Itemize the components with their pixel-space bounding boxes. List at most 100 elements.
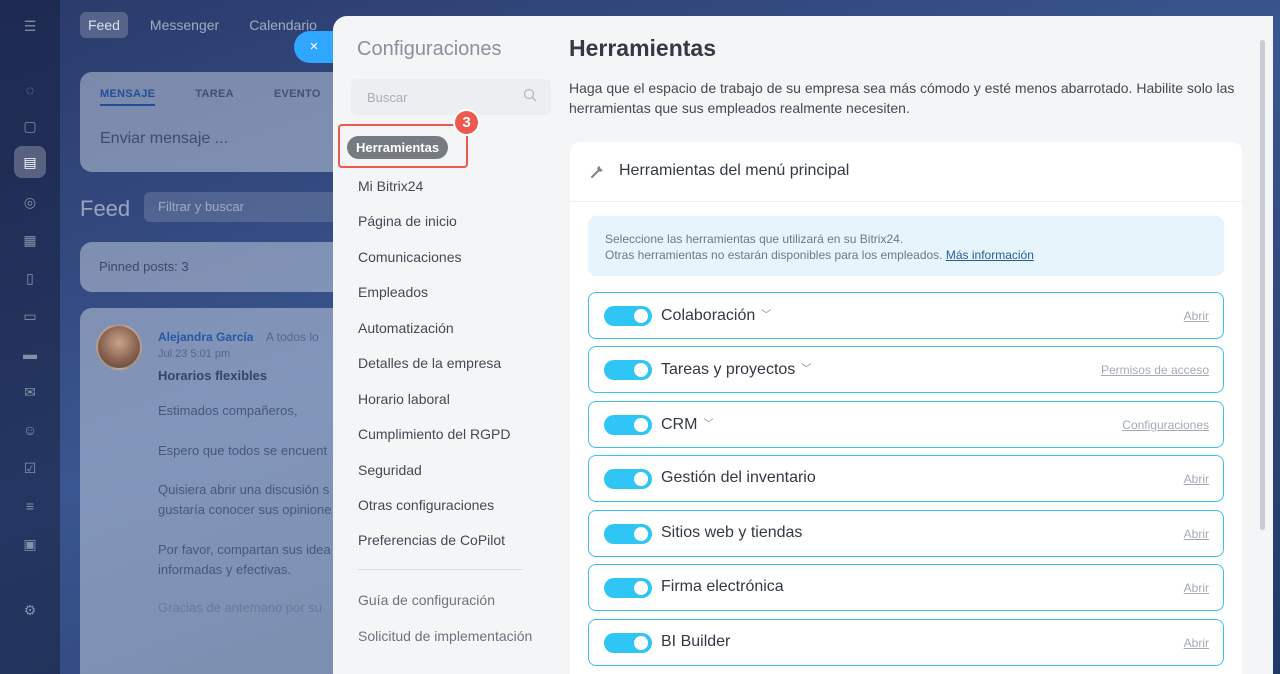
store-icon[interactable]: ▣: [20, 534, 40, 554]
chevron-down-icon[interactable]: ﹀: [801, 360, 811, 375]
tasks-icon[interactable]: ☑: [20, 458, 40, 478]
sidebar-item-detalles-empresa[interactable]: Detalles de la empresa: [358, 355, 501, 371]
post-text-line: Quisiera abrir una discusión s: [158, 482, 330, 497]
search-icon: [523, 88, 537, 102]
card-title: Herramientas del menú principal: [619, 162, 850, 179]
search-placeholder: Buscar: [367, 90, 408, 105]
sidebar-item-herramientas[interactable]: Herramientas: [347, 136, 449, 159]
tool-row-firma: Firma electrónica Abrir: [588, 564, 1224, 611]
settings-sidebar: Configuraciones Buscar 3 Herramientas Mi…: [333, 16, 569, 674]
left-rail: ☰ ◌ ▢ ▤ ◎ ▦ ▯ ▭ ▬ ✉ ☺ ☑ ≡ ▣ ⚙: [0, 0, 60, 674]
mail-icon[interactable]: ✉: [20, 382, 40, 402]
sidebar-item-automatizacion[interactable]: Automatización: [358, 320, 454, 336]
feed-filter-input[interactable]: Filtrar y buscar: [144, 192, 344, 222]
activity-icon[interactable]: ◌: [20, 80, 40, 100]
toggle-switch[interactable]: [604, 633, 652, 653]
composer-input[interactable]: Enviar mensaje ...: [100, 130, 228, 148]
sidebar-item-empleados[interactable]: Empleados: [358, 284, 428, 300]
toggle-switch[interactable]: [604, 469, 652, 489]
chevron-down-icon[interactable]: ﹀: [703, 415, 713, 430]
close-slider-button[interactable]: ×: [294, 31, 334, 63]
tool-action-link[interactable]: Abrir: [1184, 581, 1209, 595]
scrollbar[interactable]: [1260, 40, 1265, 530]
docs-icon[interactable]: ▯: [20, 268, 40, 288]
nav-feed[interactable]: Feed: [80, 12, 128, 38]
sidebar-item-seguridad[interactable]: Seguridad: [358, 462, 422, 478]
sidebar-item-rgpd[interactable]: Cumplimiento del RGPD: [358, 426, 511, 442]
step-badge: 3: [453, 109, 480, 136]
tool-action-link[interactable]: Abrir: [1184, 472, 1209, 486]
tool-action-link[interactable]: Configuraciones: [1122, 418, 1209, 432]
sidebar-title: Configuraciones: [357, 38, 502, 60]
tool-label: Firma electrónica: [661, 578, 784, 595]
toggle-switch[interactable]: [604, 360, 652, 380]
setup-guide-link[interactable]: Guía de configuración: [358, 592, 495, 608]
tool-row-bi-builder: BI Builder Abrir: [588, 619, 1224, 666]
settings-slider: Configuraciones Buscar 3 Herramientas Mi…: [333, 16, 1273, 674]
info-text: Seleccione las herramientas que utilizar…: [605, 232, 904, 246]
tool-label[interactable]: Tareas y proyectos ﹀: [661, 360, 811, 379]
post-text-line: Gracias de antemano por su: [158, 600, 323, 615]
menu-icon[interactable]: ☰: [20, 16, 40, 36]
tool-row-colaboracion: Colaboración ﹀ Abrir: [588, 292, 1224, 339]
sidebar-item-otras-configuraciones[interactable]: Otras configuraciones: [358, 497, 494, 513]
feed-icon[interactable]: ▤: [14, 146, 46, 178]
toggle-switch[interactable]: [604, 524, 652, 544]
post-composer: MENSAJE TAREA EVENTO Enviar mensaje ...: [80, 72, 360, 172]
board-icon[interactable]: ▭: [20, 306, 40, 326]
tool-action-link[interactable]: Abrir: [1184, 636, 1209, 650]
post-text-line: informadas y efectivas.: [158, 562, 291, 577]
post-author[interactable]: Alejandra García: [158, 330, 253, 344]
tool-action-link[interactable]: Permisos de acceso: [1101, 363, 1209, 377]
page-description: Haga que el espacio de trabajo de su emp…: [569, 80, 1235, 116]
tool-action-link[interactable]: Abrir: [1184, 527, 1209, 541]
sidebar-item-comunicaciones[interactable]: Comunicaciones: [358, 249, 462, 265]
tool-label: Sitios web y tiendas: [661, 524, 803, 541]
settings-main: Herramientas Haga que el espacio de trab…: [569, 16, 1273, 674]
sidebar-item-copilot[interactable]: Preferencias de CoPilot: [358, 532, 505, 548]
composer-tab-message[interactable]: MENSAJE: [100, 88, 156, 106]
contacts-icon[interactable]: ☺: [20, 420, 40, 440]
toggle-switch[interactable]: [604, 306, 652, 326]
composer-tab-event[interactable]: EVENTO: [274, 88, 321, 106]
collab-icon[interactable]: ◎: [20, 192, 40, 212]
tool-label: Gestión del inventario: [661, 469, 816, 486]
toggle-switch[interactable]: [604, 578, 652, 598]
toggle-switch[interactable]: [604, 415, 652, 435]
tool-row-sitios: Sitios web y tiendas Abrir: [588, 510, 1224, 557]
chevron-down-icon[interactable]: ﹀: [761, 306, 771, 321]
chat-icon[interactable]: ▢: [20, 116, 40, 136]
tool-row-inventario: Gestión del inventario Abrir: [588, 455, 1224, 502]
avatar[interactable]: [96, 324, 142, 370]
post-text-line: gustaría conocer sus opinione: [158, 502, 332, 517]
card-icon[interactable]: ▬: [20, 344, 40, 364]
search-input[interactable]: Buscar: [351, 79, 551, 115]
top-navigation: Feed Messenger Calendario: [80, 12, 325, 38]
sidebar-item-pagina-de-inicio[interactable]: Página de inicio: [358, 213, 457, 229]
sidebar-divider: [358, 569, 523, 570]
tool-row-crm: CRM ﹀ Configuraciones: [588, 401, 1224, 448]
calendar-icon[interactable]: ▦: [20, 230, 40, 250]
tool-action-link[interactable]: Abrir: [1184, 309, 1209, 323]
info-text: Otras herramientas no estarán disponible…: [605, 248, 943, 262]
more-info-link[interactable]: Más información: [946, 248, 1034, 262]
filter-icon[interactable]: ≡: [20, 496, 40, 516]
settings-icon[interactable]: ⚙: [20, 600, 40, 620]
tool-label: BI Builder: [661, 633, 731, 650]
sidebar-item-horario-laboral[interactable]: Horario laboral: [358, 391, 450, 407]
tool-row-tareas: Tareas y proyectos ﹀ Permisos de acceso: [588, 346, 1224, 393]
tool-label[interactable]: Colaboración ﹀: [661, 306, 771, 325]
post-recipients: A todos lo: [266, 330, 319, 344]
pinned-posts[interactable]: Pinned posts: 3: [80, 242, 360, 292]
nav-messenger[interactable]: Messenger: [142, 12, 227, 38]
sidebar-item-mi-bitrix24[interactable]: Mi Bitrix24: [358, 178, 423, 194]
post-text-line: Por favor, compartan sus idea: [158, 542, 331, 557]
composer-tab-task[interactable]: TAREA: [195, 88, 234, 106]
implementation-request-link[interactable]: Solicitud de implementación: [358, 628, 532, 644]
tools-card: Herramientas del menú principal Seleccio…: [570, 142, 1242, 674]
card-header: Herramientas del menú principal: [570, 142, 1242, 202]
tool-label[interactable]: CRM ﹀: [661, 415, 713, 434]
post-text-line: Estimados compañeros,: [158, 403, 298, 418]
feed-title: Feed: [80, 196, 131, 221]
post-subject: Horarios flexibles: [158, 368, 268, 383]
